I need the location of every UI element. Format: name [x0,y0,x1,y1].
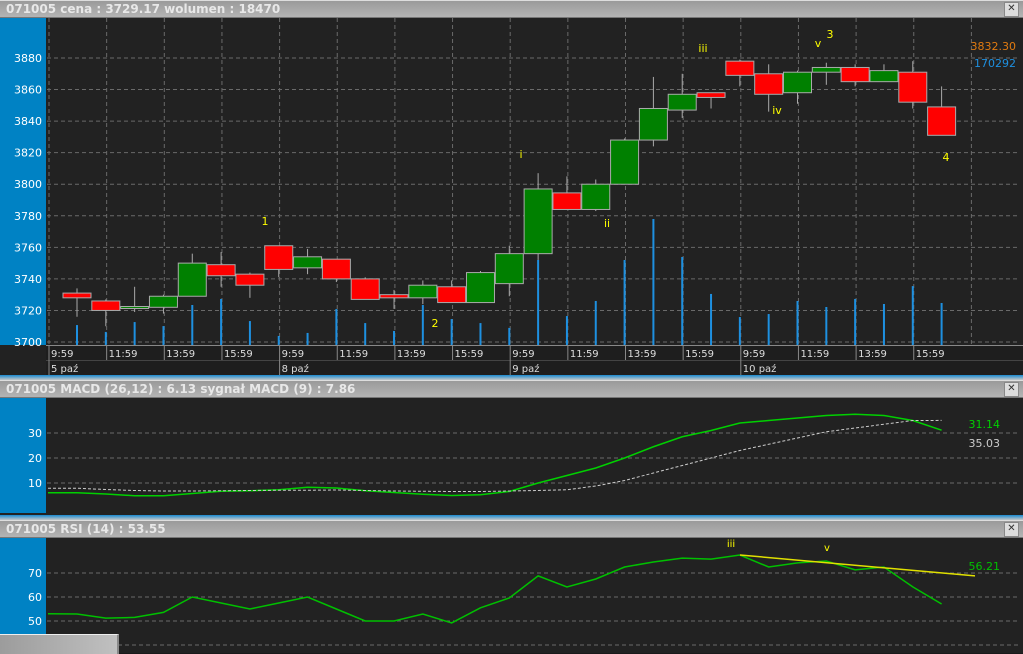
y-tick-label: 3780 [14,210,42,223]
rsi-last-label: 56.21 [969,560,1001,573]
y-tick-label: 60 [28,591,42,604]
chart-canvas[interactable]: 3700 3720 3740 3760 3780 3800 3820 3840 3860 3880… [0,0,1023,653]
y-tick-label: 70 [28,567,42,580]
y-tick-label: 20 [28,452,42,465]
candle-body [552,192,582,210]
candle-body [638,107,668,141]
signal-line [48,419,942,492]
time-label: 15:59 [224,349,253,360]
y-tick-label: 3740 [14,273,42,286]
time-label: 15:59 [916,349,945,360]
rsi-line [47,554,942,624]
candle-body [235,273,265,286]
candle-body [725,60,755,76]
candle-body [91,300,121,311]
candle-body [754,73,784,95]
candle-body [494,253,524,285]
time-label: 9:59 [743,349,765,360]
time-label: 13:59 [397,349,426,360]
time-label: 9:59 [282,349,304,360]
y-tick-label: 3720 [14,304,42,317]
time-label: 15:59 [685,349,714,360]
macd-last-label: 31.14 [969,418,1001,431]
y-tick-label: 3880 [14,52,42,65]
candle-body [437,286,467,304]
candle-body [696,92,726,98]
date-label: 8 paź [282,363,309,375]
time-label: 9:59 [51,349,73,360]
time-label: 11:59 [109,349,138,360]
time-label: 13:59 [858,349,887,360]
time-label: 11:59 [570,349,599,360]
candle-body [408,284,438,299]
wave-label: v [815,37,822,50]
candle-body [350,278,380,300]
candle-body [523,188,553,255]
y-tick-label: 30 [28,427,42,440]
candle-body [783,71,812,94]
wave-label: iii [727,539,735,550]
time-label: 11:59 [800,349,829,360]
date-label: 9 paź [512,363,539,375]
y-tick-label: 3800 [14,178,42,191]
date-label: 10 paź [743,363,777,375]
y-tick-label: 50 [28,615,42,628]
candle-body [927,106,957,136]
signal-last-label: 35.03 [969,437,1001,450]
candle-body [667,93,697,111]
wave-label: 4 [943,151,950,164]
time-label: 13:59 [628,349,657,360]
time-label: 11:59 [339,349,368,360]
time-label: 13:59 [166,349,195,360]
candle-body [811,66,841,73]
wave-label: i [519,148,522,161]
macd-line [48,413,942,497]
time-label: 15:59 [455,349,484,360]
wave-label: 2 [432,317,439,330]
candle-body [610,139,640,185]
candle-body [148,295,178,308]
y-tick-label: 3820 [14,147,42,160]
candle-body [264,245,294,270]
wave-label: v [824,543,830,554]
candle-body [840,66,870,83]
y-tick-label: 3700 [14,336,42,349]
minimized-window-tab[interactable] [0,634,119,654]
candle-body [321,258,351,280]
candle-body [62,292,92,299]
wave-label: iv [772,104,782,117]
candle-body [581,183,611,210]
y-tick-label: 3860 [14,84,42,97]
candle-body [293,256,323,269]
y-tick-label: 3760 [14,241,42,254]
time-label: 9:59 [512,349,534,360]
candle-body [379,294,409,299]
wave-label: 3 [827,28,834,41]
candle-body [465,272,495,304]
wave-label: ii [604,217,610,230]
y-tick-label: 3840 [14,115,42,128]
last-price-label: 3832.30 [971,40,1017,53]
candle-body [869,70,899,83]
candle-body [898,71,928,103]
volume-max-label: 170292 [974,57,1016,70]
wave-label: iii [698,42,707,55]
y-tick-label: 10 [28,477,42,490]
candle-body [206,264,236,277]
wave-label: 1 [262,215,269,228]
date-label: 5 paź [51,363,78,375]
candle-body [177,262,207,297]
candle-body [120,306,150,309]
